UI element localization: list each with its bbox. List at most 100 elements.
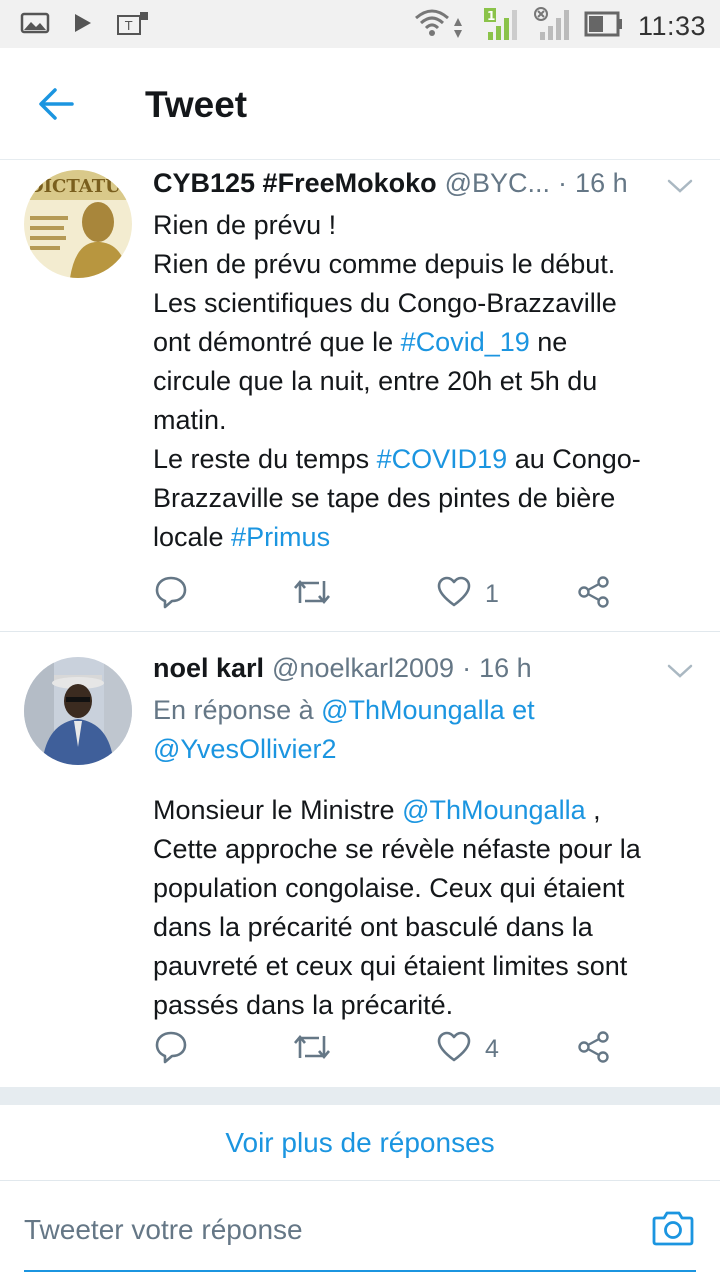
author-name[interactable]: noel karl	[153, 653, 264, 684]
text-segment: ne	[529, 327, 568, 357]
more-replies-link[interactable]: Voir plus de réponses	[0, 1105, 720, 1181]
reply-to-conj[interactable]: et	[505, 695, 535, 725]
reply-icon	[153, 1029, 189, 1070]
tweet-text-line: Le reste du temps #COVID19 au Congo-	[153, 440, 702, 479]
text-segment: matin.	[153, 405, 227, 435]
sim-t-icon: T	[116, 10, 150, 41]
back-button[interactable]	[28, 78, 84, 134]
hashtag-link[interactable]: #Covid_19	[401, 327, 530, 357]
reply-input[interactable]: Tweeter votre réponse	[24, 1214, 303, 1246]
tweet-text-line: population congolaise. Ceux qui étaient	[153, 869, 702, 908]
share-button[interactable]	[577, 572, 611, 616]
status-time: 11:33	[637, 11, 706, 41]
tweet-menu-button[interactable]	[666, 176, 694, 196]
tweet-time[interactable]: 16 h	[479, 653, 532, 684]
tweet-text-line: passés dans la précarité.	[153, 986, 702, 1025]
reply-icon	[153, 574, 189, 615]
tweet-menu-button[interactable]	[666, 661, 694, 681]
tweet[interactable]: DICTATURE CYB125 #FreeMokoko @BYC... · 1…	[0, 160, 720, 632]
text-segment: ,	[585, 795, 601, 825]
mention-link[interactable]: @ThMoungalla	[402, 795, 586, 825]
like-button[interactable]: 1	[437, 572, 499, 616]
tweet-actions: 1	[153, 572, 623, 616]
heart-icon	[437, 1031, 471, 1068]
battery-icon	[584, 9, 624, 44]
text-segment: Cette approche se révèle néfaste pour la	[153, 834, 641, 864]
tweet-text-line: Monsieur le Ministre @ThMoungalla ,	[153, 791, 702, 830]
heart-icon	[437, 576, 471, 613]
retweet-icon	[293, 1030, 331, 1069]
status-bar: T 1 11:33	[0, 0, 720, 48]
author-handle[interactable]: @BYC...	[445, 168, 550, 199]
text-segment: population congolaise. Ceux qui étaient	[153, 873, 625, 903]
reply-context: En réponse à @ThMoungalla et @YvesOllivi…	[153, 691, 700, 769]
input-underline	[24, 1270, 696, 1272]
arrow-left-icon	[37, 87, 75, 126]
chevron-down-icon	[666, 179, 694, 200]
separator-dot: ·	[462, 653, 472, 683]
reply-button[interactable]	[153, 572, 203, 616]
signal-x-icon	[533, 6, 570, 47]
tweet-actions: 4	[153, 1027, 623, 1071]
tweet-text-line: ont démontré que le #Covid_19 ne	[153, 323, 702, 362]
text-segment: passés dans la précarité.	[153, 990, 454, 1020]
like-count: 4	[485, 1034, 499, 1063]
camera-button[interactable]	[652, 1208, 694, 1248]
signal-1-icon: 1	[482, 6, 520, 47]
avatar[interactable]: DICTATURE	[24, 170, 132, 278]
hashtag-link[interactable]: #COVID19	[377, 444, 508, 474]
tweet-time[interactable]: 16 h	[575, 168, 628, 199]
tweet-text-line: Rien de prévu comme depuis le début.	[153, 245, 702, 284]
text-segment: pauvreté et ceux qui étaient limites son…	[153, 951, 628, 981]
author-handle[interactable]: @noelkarl2009	[272, 653, 454, 684]
tweet-text: Rien de prévu ! Rien de prévu comme depui…	[153, 206, 702, 557]
text-segment: Les scientifiques du Congo-Brazzaville	[153, 288, 617, 318]
tweet-text-line: Cette approche se révèle néfaste pour la	[153, 830, 702, 869]
separator-dot: ·	[558, 168, 568, 198]
more-replies-label: Voir plus de réponses	[225, 1126, 495, 1158]
text-segment: Rien de prévu comme depuis le début.	[153, 249, 616, 279]
retweet-button[interactable]	[293, 1027, 345, 1071]
tweet[interactable]: noel karl @noelkarl2009 · 16 h En répons…	[0, 633, 720, 1087]
text-segment: Le reste du temps	[153, 444, 377, 474]
text-segment: Monsieur le Ministre	[153, 795, 403, 825]
chevron-down-icon	[666, 664, 694, 685]
tweet-header: noel karl @noelkarl2009 · 16 h	[153, 653, 700, 684]
share-icon	[577, 575, 611, 614]
text-segment: au Congo-	[507, 444, 641, 474]
gallery-icon	[20, 11, 50, 40]
reply-button[interactable]	[153, 1027, 203, 1071]
text-segment: circule que la nuit, entre 20h et 5h du	[153, 366, 598, 396]
svg-text:DICTATURE: DICTATURE	[28, 176, 132, 197]
tweet-text-line: matin.	[153, 401, 702, 440]
svg-text:1: 1	[487, 9, 495, 23]
retweet-button[interactable]	[293, 572, 345, 616]
reply-to-prefix: En réponse à	[153, 695, 322, 725]
text-segment: locale	[153, 522, 232, 552]
reply-composer: Tweeter votre réponse	[0, 1182, 720, 1280]
tweet-text-line: pauvreté et ceux qui étaient limites son…	[153, 947, 702, 986]
like-count: 1	[485, 579, 499, 608]
svg-text:T: T	[124, 19, 133, 33]
page-title: Tweet	[145, 84, 248, 125]
tweet-text-line: Brazzaville se tape des pintes de bière	[153, 479, 702, 518]
share-button[interactable]	[577, 1027, 611, 1071]
tweet-header: CYB125 #FreeMokoko @BYC... · 16 h	[153, 168, 700, 199]
share-icon	[577, 1030, 611, 1069]
mention-link[interactable]: @YvesOllivier2	[153, 734, 336, 764]
tweet-text-line: locale #Primus	[153, 518, 702, 557]
mention-link[interactable]: @ThMoungalla	[321, 695, 505, 725]
like-button[interactable]: 4	[437, 1027, 499, 1071]
text-segment: Rien de prévu !	[153, 210, 337, 240]
text-segment: ont démontré que le	[153, 327, 401, 357]
app-header: Tweet	[0, 48, 720, 160]
tweet-text-line: Rien de prévu !	[153, 206, 702, 245]
tweet-text-line: circule que la nuit, entre 20h et 5h du	[153, 362, 702, 401]
avatar[interactable]	[24, 657, 132, 765]
author-name[interactable]: CYB125 #FreeMokoko	[153, 168, 437, 199]
text-segment: dans la précarité ont basculé dans la	[153, 912, 593, 942]
wifi-icon	[412, 6, 468, 47]
tweet-text-line: Les scientifiques du Congo-Brazzaville	[153, 284, 702, 323]
hashtag-link[interactable]: #Primus	[231, 522, 330, 552]
tweet-text: Monsieur le Ministre @ThMoungalla , Cette…	[153, 791, 702, 1025]
